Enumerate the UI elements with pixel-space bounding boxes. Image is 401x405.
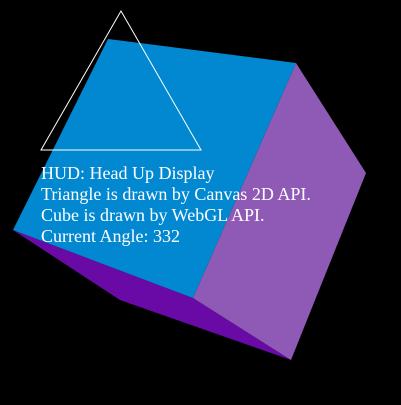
hud-current-angle: Current Angle: 332 (41, 226, 180, 246)
webgl-canvas: HUD: Head Up Display Triangle is drawn b… (0, 0, 401, 400)
hud-cube-note: Cube is drawn by WebGL API. (41, 205, 265, 225)
hud-title: HUD: Head Up Display (41, 163, 215, 183)
hud-triangle-note: Triangle is drawn by Canvas 2D API. (41, 184, 311, 204)
hud-text: HUD: Head Up Display Triangle is drawn b… (41, 163, 311, 247)
